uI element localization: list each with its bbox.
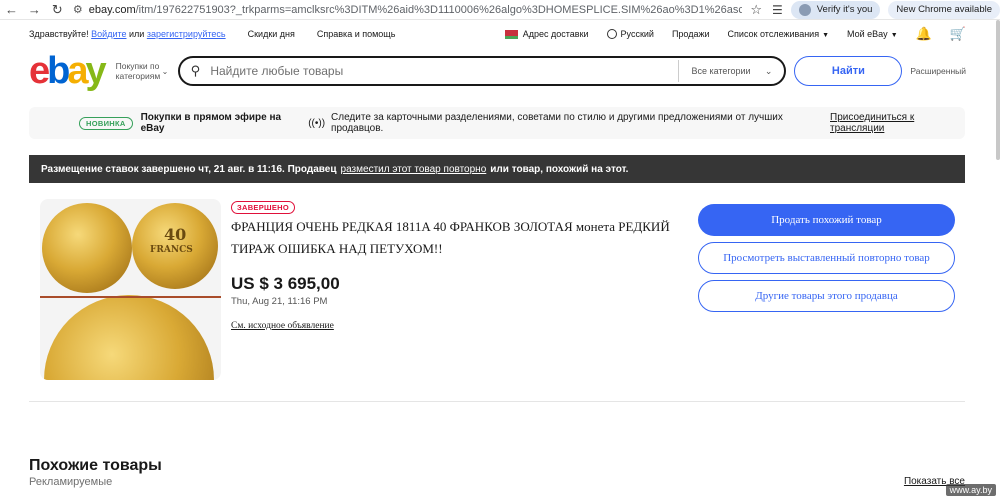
header: ebay Покупки по категориям ⌄ ⚲ Найдите л… [29,50,966,92]
ended-notice-prefix: Размещение ставок завершено чт, 21 авг. … [41,163,337,175]
search-icon: ⚲ [190,63,201,78]
seller-other-items-button[interactable]: Другие товары этого продавца [698,280,955,312]
profile-icon [798,3,811,16]
search-bar: ⚲ Найдите любые товары Все категории ⌄ [178,56,787,86]
bidding-ended-notice: Размещение ставок завершено чт, 21 авг. … [29,155,965,183]
new-badge: НОВИНКА [79,116,133,130]
sponsored-label: Рекламируемые [29,476,113,488]
chrome-update-button[interactable]: New Chrome available [888,0,1000,19]
back-arrow-icon[interactable]: ← [0,0,23,20]
coin-obverse-image [42,203,132,293]
live-broadcast-icon: ((•)) [308,117,326,129]
language-button[interactable]: Русский [606,28,654,40]
section-divider [29,401,965,402]
item-price: US $ 3 695,00 [231,274,340,293]
logo-letter: e [29,50,50,92]
category-label: Все категории [691,66,751,76]
watchlist-menu[interactable]: Список отслеживания ▼ [728,29,829,39]
search-button[interactable]: Найти [794,56,903,86]
chevron-down-icon: ▼ [822,32,830,39]
globe-icon [606,29,617,40]
watermark: www.ay.by [945,484,996,496]
relisted-link[interactable]: разместил этот товар повторно [341,164,487,175]
url-path: /itm/197622751903?_trkparms=amclksrc%3DI… [135,3,743,16]
language-label: Русский [620,28,654,39]
original-listing-link[interactable]: См. исходное объявление [231,321,334,331]
bookmark-star-icon[interactable]: ☆ [750,2,762,18]
scrollbar[interactable] [996,20,1000,160]
image-divider [40,296,221,298]
chevron-down-icon: ▼ [890,32,898,39]
watchlist-label: Список отслеживания [727,29,820,39]
belarus-flag-icon [504,30,518,40]
register-link[interactable]: зарегистрируйтесь [147,29,226,39]
coin-closeup-image: 1811 [44,295,214,380]
browser-toolbar: ← → ↻ ⚙ ebay.com /itm/197622751903?_trkp… [0,0,1000,20]
address-bar[interactable]: ⚙ ebay.com /itm/197622751903?_trkparms=a… [73,1,742,19]
my-ebay-label: Мой eBay [847,29,888,39]
join-stream-link[interactable]: Присоединиться к трансляции [830,112,965,134]
item-ended-date: Thu, Aug 21, 11:16 PM [231,296,328,307]
similar-items-heading: Похожие товары [29,457,162,474]
site-info-icon[interactable]: ⚙ [73,3,83,16]
live-banner-description: Следите за карточными разделениями, сове… [331,112,783,134]
sell-similar-button[interactable]: Продать похожий товар [698,204,955,236]
item-title: ФРАНЦИЯ ОЧЕНЬ РЕДКАЯ 1811A 40 ФРАНКОВ ЗО… [231,219,670,256]
notification-bell-icon[interactable]: 🔔 [916,26,932,42]
chevron-down-icon: ⌄ [161,66,169,76]
verify-button[interactable]: Verify it's you [790,0,881,19]
top-bar-right: Адрес доставки Русский Продажи Список от… [504,26,966,42]
reload-icon[interactable]: ↻ [46,0,69,20]
top-bar: Здравствуйте! Войдите или зарегистрируйт… [29,26,966,42]
cart-icon[interactable]: 🛒 [950,26,966,42]
shop-by-category-button[interactable]: Покупки по категориям [115,61,161,81]
category-select[interactable]: Все категории ⌄ [678,60,784,82]
url-host: ebay.com [88,3,136,16]
login-link[interactable]: Войдите [91,29,126,39]
ended-notice-suffix: или товар, похожий на этот. [490,163,629,175]
advanced-search-link[interactable]: Расширенный [910,66,966,76]
shop-by-label: Покупки по категориям [115,61,161,81]
logo-letter: b [47,50,70,92]
sell-link[interactable]: Продажи [672,29,710,39]
greeting-text: Здравствуйте! [29,29,89,39]
ship-to-button[interactable]: Адрес доставки [504,28,589,40]
view-relisted-button[interactable]: Просмотреть выставленный повторно товар [698,242,955,274]
my-ebay-menu[interactable]: Мой eBay ▼ [847,29,898,39]
extensions-icon[interactable]: ☰ [772,3,783,17]
forward-arrow-icon[interactable]: → [23,0,46,20]
ship-to-label: Адрес доставки [522,28,589,39]
logo-letter: a [67,50,88,92]
coin-currency-text: FRANCS [150,245,193,255]
verify-label: Verify it's you [816,4,873,15]
chrome-update-label: New Chrome available [896,4,992,15]
ebay-logo[interactable]: ebay [29,50,107,92]
daily-deals-link[interactable]: Скидки дня [248,29,295,39]
coin-reverse-image: 40 FRANCS [132,203,218,289]
logo-letter: y [85,50,107,92]
ended-status-badge: ЗАВЕРШЕНО [231,201,296,214]
or-text: или [129,29,145,39]
search-input[interactable]: Найдите любые товары [210,64,678,78]
greeting: Здравствуйте! Войдите или зарегистрируйт… [29,29,226,39]
coin-value-text: 40 [164,225,187,244]
help-link[interactable]: Справка и помощь [317,29,396,39]
live-banner-title: Покупки в прямом эфире на eBay [140,112,282,134]
chevron-down-icon: ⌄ [764,65,773,76]
live-shopping-banner: НОВИНКА Покупки в прямом эфире на eBay (… [29,107,965,139]
item-image[interactable]: 40 FRANCS 1811 [40,199,221,380]
